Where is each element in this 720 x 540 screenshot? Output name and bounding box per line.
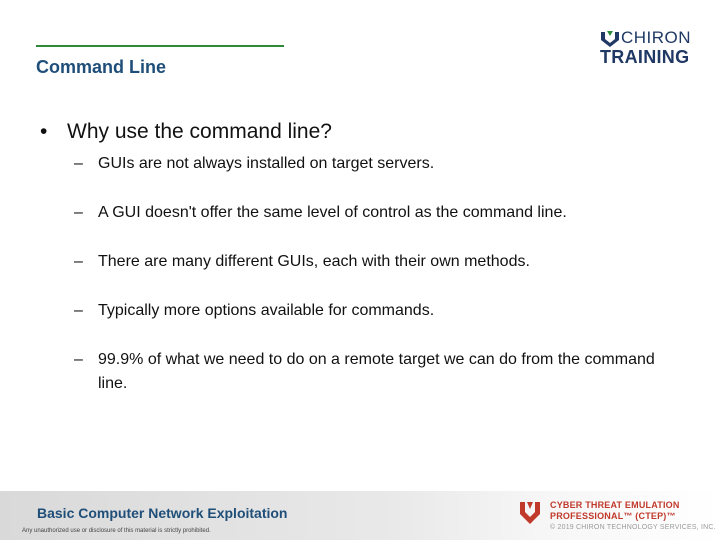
page-title: Command Line [36,57,167,77]
sub-bullet: – There are many different GUIs, each wi… [40,250,680,274]
sub-bullet-text: 99.9% of what we need to do on a remote … [98,351,655,392]
logo-wordmark-top: CHIRON [621,28,692,47]
logo-wordmark-bottom: TRAINING [600,47,690,67]
chiron-training-logo: CHIRON TRAINING [600,28,695,68]
dash-icon: – [74,302,83,319]
disclaimer-text: Any unauthorized use or disclosure of th… [22,528,211,534]
dash-icon: – [74,253,83,270]
course-title: Basic Computer Network Exploitation [37,505,288,521]
dash-icon: – [74,351,83,368]
header-rule [36,45,284,47]
chiron-shield-icon [601,31,619,47]
ctep-shield-icon [520,502,540,524]
copyright-text: © 2019 CHIRON TECHNOLOGY SERVICES, INC. [550,524,716,531]
sub-bullet-list: – GUIs are not always installed on targe… [40,152,680,396]
sub-bullet: – A GUI doesn't offer the same level of … [40,201,680,225]
sub-bullet: – 99.9% of what we need to do on a remot… [40,348,680,396]
sub-bullet-text: There are many different GUIs, each with… [98,253,530,270]
dash-icon: – [74,155,83,172]
dash-icon: – [74,204,83,221]
ctep-title: CYBER THREAT EMULATION PROFESSIONAL™ (CT… [550,500,680,522]
ctep-line-1: CYBER THREAT EMULATION [550,500,680,510]
bullet-icon: • [40,120,48,143]
main-bullet-text: Why use the command line? [67,120,332,143]
main-bullet: • Why use the command line? [40,118,680,146]
sub-bullet-text: A GUI doesn't offer the same level of co… [98,204,567,221]
slide-content: • Why use the command line? – GUIs are n… [40,118,680,421]
sub-bullet: – GUIs are not always installed on targe… [40,152,680,176]
sub-bullet: – Typically more options available for c… [40,299,680,323]
ctep-line-2: PROFESSIONAL™ (CTEP)™ [550,511,676,521]
sub-bullet-text: Typically more options available for com… [98,302,435,319]
sub-bullet-text: GUIs are not always installed on target … [98,155,435,172]
